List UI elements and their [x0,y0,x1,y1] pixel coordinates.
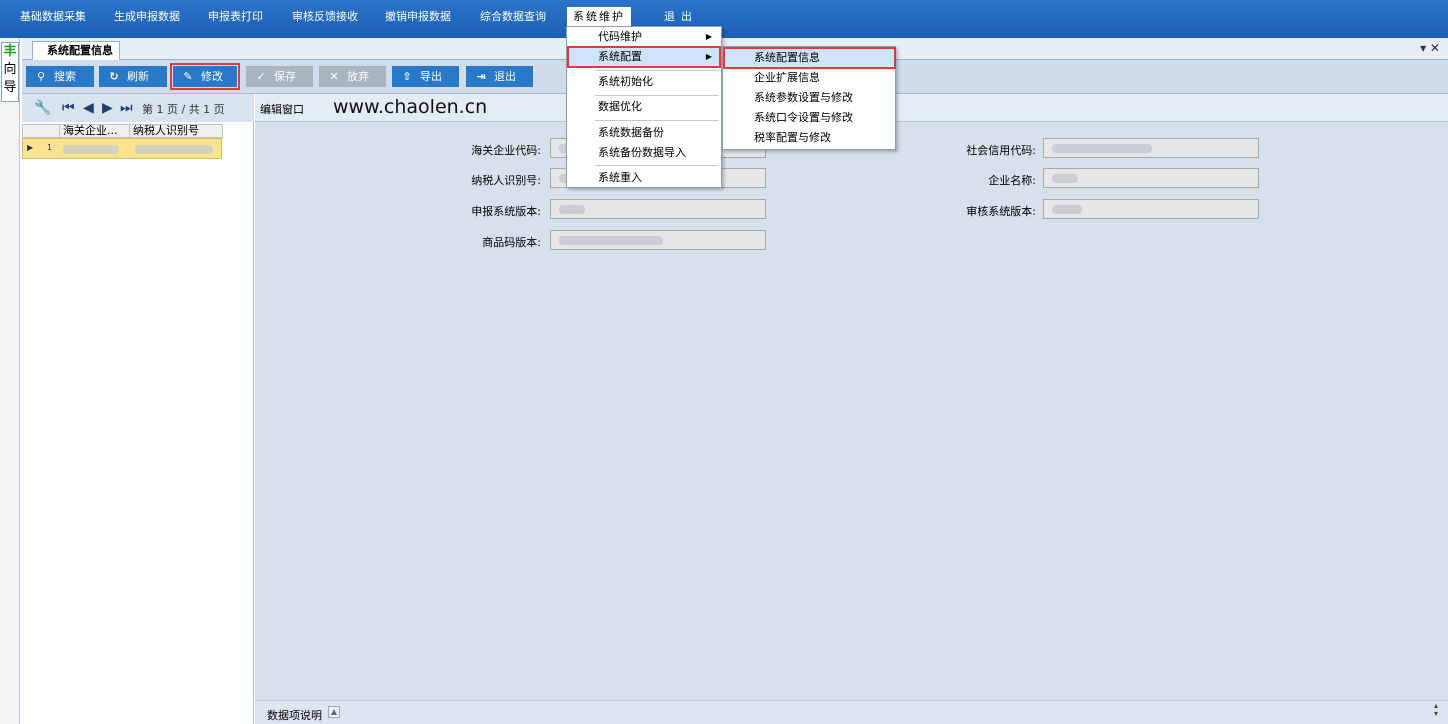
tab-system-config-info[interactable]: 系统配置信息 [32,41,120,60]
menu-item-company-extension[interactable]: 企业扩展信息 [724,68,895,88]
edit-window-title: 编辑窗口 [260,103,304,116]
page-indicator: 第 1 页 / 共 1 页 [142,103,225,116]
discard-label: 放弃 [347,70,369,83]
edit-label: 修改 [201,70,223,83]
watermark: www.chaolen.cn [333,96,488,118]
grid-corner [22,124,60,138]
audit-version-field[interactable] [1043,199,1259,219]
menu-item-system-params[interactable]: 系统参数设置与修改 [724,88,895,108]
menu-item-backup-import[interactable]: 系统备份数据导入 [568,143,720,163]
search-label: 搜索 [54,70,76,83]
menu-item-code-maintenance[interactable]: 代码维护 ▶ [568,27,720,47]
row-index: 1 [47,143,53,152]
submenu-arrow-icon: ▶ [705,52,712,61]
prev-page-icon[interactable]: ◀ [83,100,94,116]
menu-item-data-backup[interactable]: 系统数据备份 [568,123,720,143]
menu-exit[interactable]: 退出 [664,9,698,25]
field-description-bar: 数据项说明 ▲ [255,700,1448,724]
company-name-label: 企业名称: [988,174,1036,187]
menu-data-query[interactable]: 综合数据查询 [480,9,546,25]
refresh-button[interactable]: ↻ 刷新 [99,66,167,87]
table-row[interactable]: ▶ 1 [22,138,222,159]
menu-item-system-init[interactable]: 系统初始化 [568,72,720,92]
cross-icon: ✕ [329,70,339,83]
redacted-cell [135,145,213,154]
edit-window: 编辑窗口 www.chaolen.cn 海关企业代码: 纳税人识别号: 申报系统… [255,94,1448,724]
menu-item-label: 代码维护 [598,30,642,43]
column-header-taxpayer[interactable]: 纳税人识别号 [129,124,223,138]
last-page-icon[interactable]: ⏭ [120,100,133,116]
refresh-icon: ↻ [109,70,119,83]
next-page-icon[interactable]: ▶ [102,100,113,116]
search-icon: ⚲ [36,70,46,83]
goods-code-version-field[interactable] [550,230,766,250]
declare-version-label: 申报系统版本: [471,205,541,218]
menu-separator [595,120,719,121]
save-button[interactable]: ✓ 保存 [246,66,313,87]
goods-code-version-label: 商品码版本: [482,236,541,249]
wizard-tab[interactable]: 丰 向 导 [1,42,19,102]
company-name-field[interactable] [1043,168,1259,188]
menu-separator [595,165,719,166]
taxpayer-id-label: 纳税人识别号: [471,174,541,187]
wizard-char-2: 导 [3,80,17,95]
record-list-panel: 🔧 ⏮ ◀ ▶ ⏭ 第 1 页 / 共 1 页 海关企业... 纳税人识别号 ▶… [22,94,254,724]
first-page-icon[interactable]: ⏮ [62,100,75,116]
social-credit-field[interactable] [1043,138,1259,158]
expand-up-icon[interactable]: ▲ [328,706,340,718]
export-label: 导出 [420,70,442,83]
left-nav-strip: 丰 向 导 [0,38,20,724]
menu-item-system-config[interactable]: 系统配置 ▶ [567,46,721,68]
export-button[interactable]: ⇧ 导出 [392,66,459,87]
menu-item-system-config-info[interactable]: 系统配置信息 [723,47,896,69]
top-menubar: 基础数据采集 生成申报数据 申报表打印 审核反馈接收 撤销申报数据 综合数据查询… [0,0,1448,38]
menu-separator [595,70,719,71]
menu-system-maintenance[interactable]: 系统维护 [567,7,631,27]
edit-icon: ✎ [183,70,193,83]
search-button[interactable]: ⚲ 搜索 [26,66,94,87]
wizard-icon: 丰 [3,44,17,59]
check-icon: ✓ [256,70,266,83]
exit-label: 退出 [494,70,516,83]
discard-button[interactable]: ✕ 放弃 [319,66,386,87]
menu-revoke-declaration[interactable]: 撤销申报数据 [385,9,451,25]
menu-item-system-reenter[interactable]: 系统重入 [568,168,720,188]
system-maintenance-menu: 代码维护 ▶ 系统配置 ▶ 系统初始化 数据优化 系统数据备份 系统备份数据导入 系… [566,26,722,188]
menu-item-label: 系统配置 [598,50,642,63]
column-header-customs[interactable]: 海关企业... [59,124,130,138]
customs-code-label: 海关企业代码: [471,144,541,157]
scroll-arrows-icon[interactable]: ▴ ▾ [1434,702,1444,718]
menu-item-system-password[interactable]: 系统口令设置与修改 [724,108,895,128]
audit-version-label: 审核系统版本: [966,205,1036,218]
menu-separator [595,95,719,96]
system-config-submenu: 系统配置信息 企业扩展信息 系统参数设置与修改 系统口令设置与修改 税率配置与修… [722,46,896,150]
submenu-arrow-icon: ▶ [705,32,712,41]
upload-icon: ⇧ [402,70,412,83]
exit-button[interactable]: ⇥ 退出 [466,66,533,87]
field-description-label: 数据项说明 [267,709,322,722]
edit-button[interactable]: ✎ 修改 [170,63,240,90]
redacted-cell [63,145,119,154]
menu-item-tax-rate-config[interactable]: 税率配置与修改 [724,128,895,148]
wizard-char-1: 向 [3,62,17,77]
wrench-icon[interactable]: 🔧 [34,100,51,116]
save-label: 保存 [274,70,296,83]
refresh-label: 刷新 [127,70,149,83]
menu-item-data-optimize[interactable]: 数据优化 [568,97,720,117]
pager: 🔧 ⏮ ◀ ▶ ⏭ 第 1 页 / 共 1 页 [22,94,254,122]
declare-version-field[interactable] [550,199,766,219]
social-credit-label: 社会信用代码: [966,144,1036,157]
exit-icon: ⇥ [476,70,486,83]
menu-audit-feedback[interactable]: 审核反馈接收 [292,9,358,25]
menu-print-declaration[interactable]: 申报表打印 [208,9,263,25]
row-pointer-icon: ▶ [27,143,34,152]
menu-generate-declaration[interactable]: 生成申报数据 [114,9,180,25]
menu-basic-data[interactable]: 基础数据采集 [20,9,86,25]
tab-controls[interactable]: ▾ ✕ [1420,41,1440,55]
